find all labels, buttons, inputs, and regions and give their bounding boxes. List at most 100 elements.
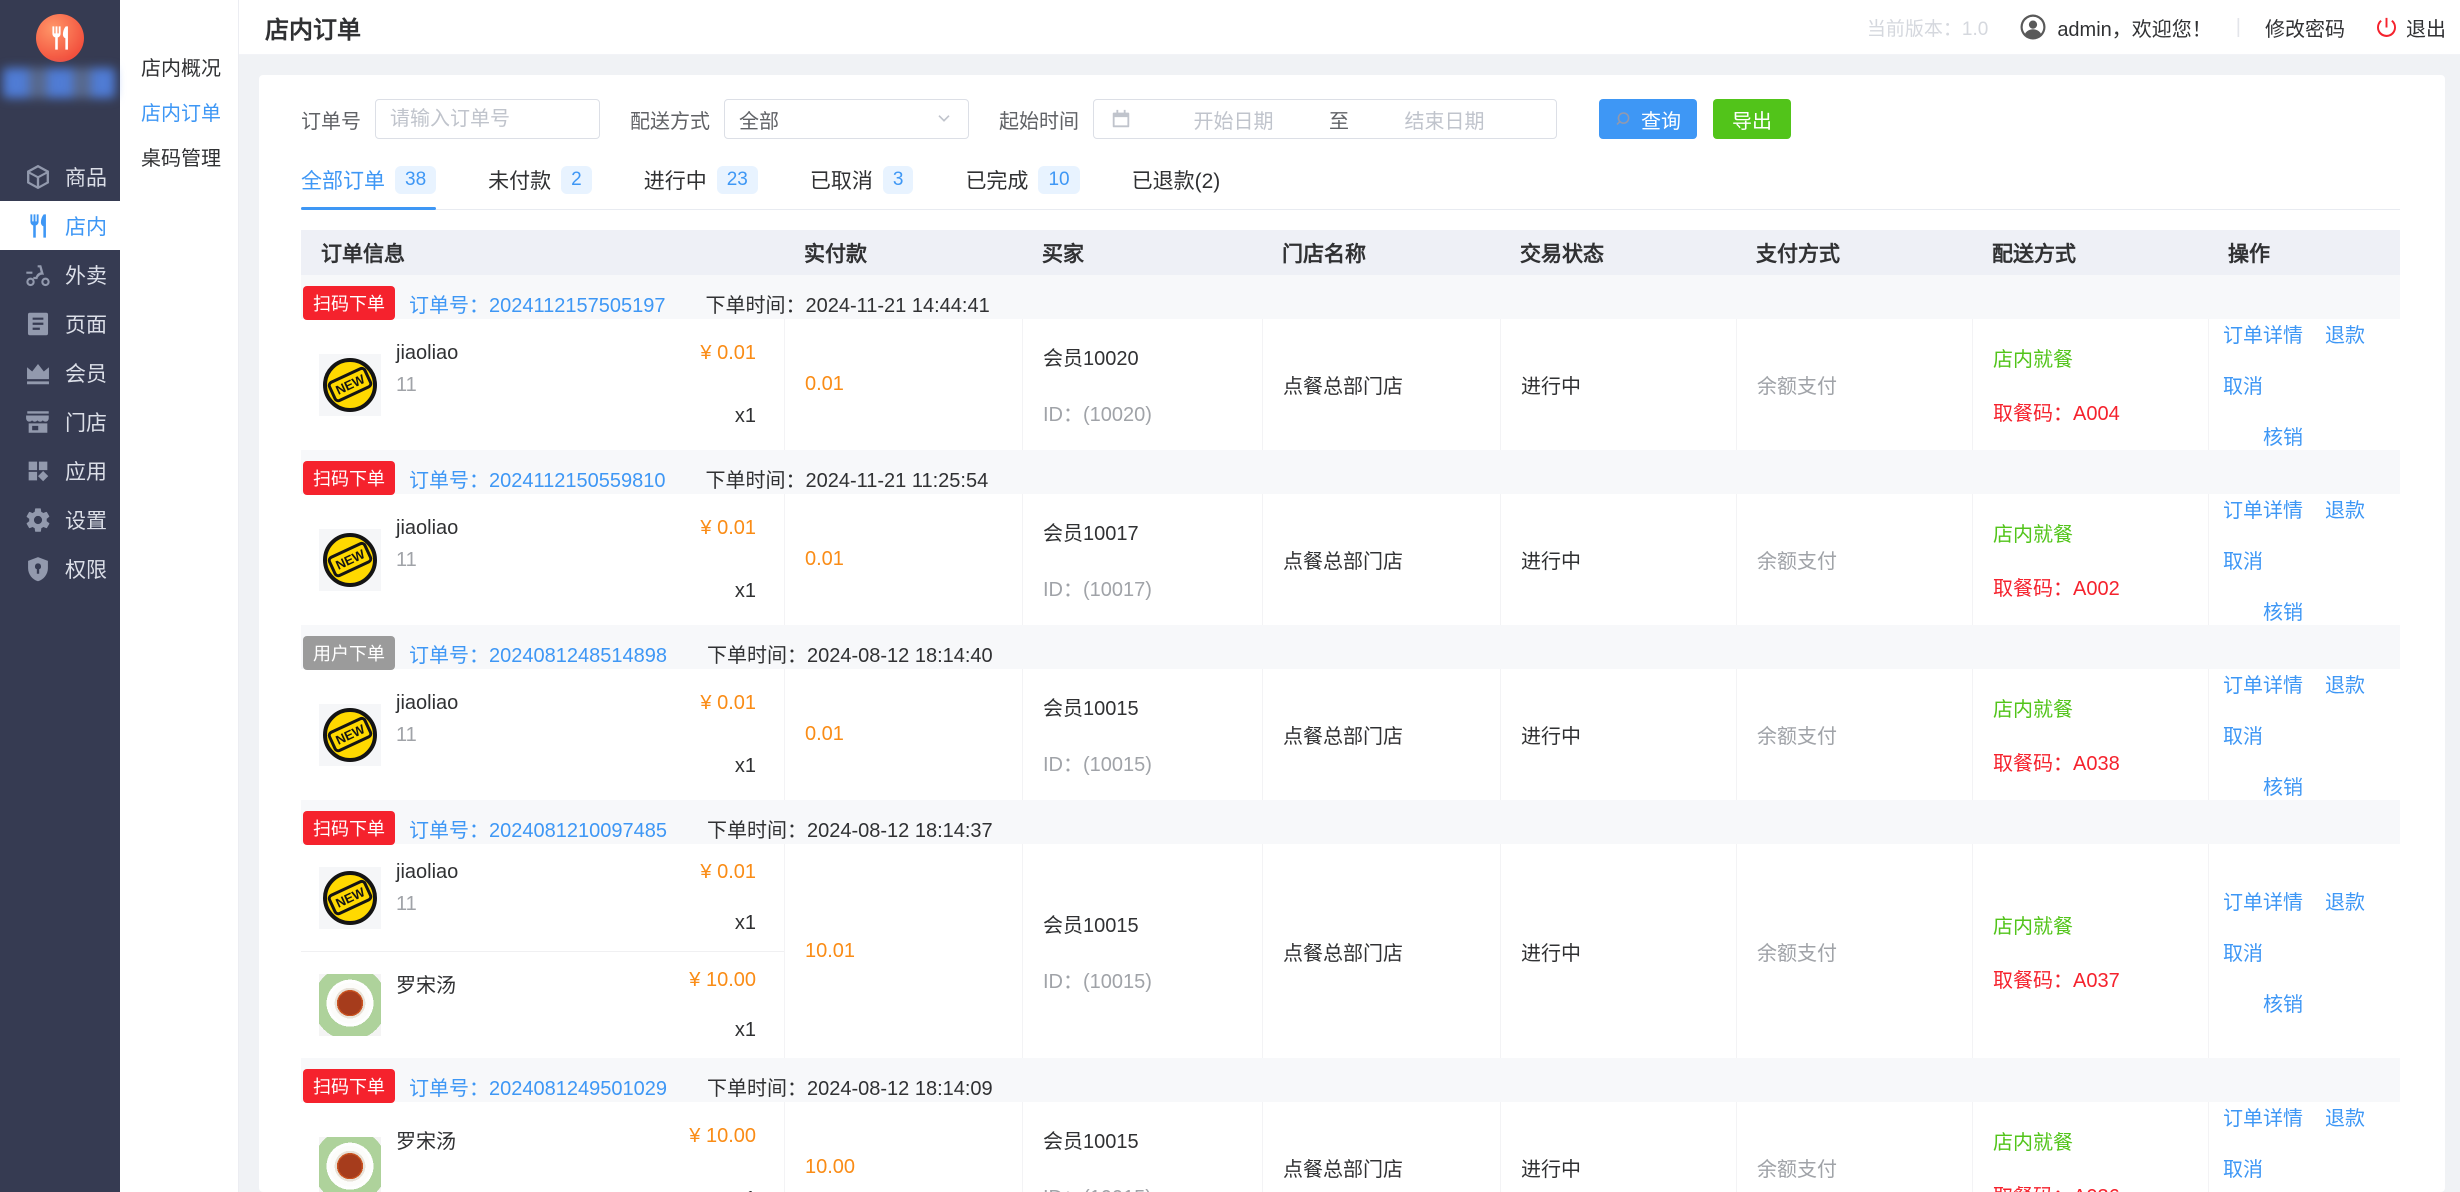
- product-image-new-logo: NEW: [319, 353, 381, 416]
- order-number-link[interactable]: 订单号：2024081249501029: [409, 1072, 667, 1101]
- crown-icon: [24, 359, 52, 387]
- app-logo[interactable]: [36, 14, 84, 62]
- delivery-mode: 店内就餐: [1993, 915, 2073, 938]
- search-button[interactable]: 查询: [1599, 99, 1697, 139]
- date-end-placeholder: 结束日期: [1404, 110, 1485, 133]
- action-link-取消[interactable]: 取消: [2223, 720, 2263, 749]
- payment-cell: 余额支付: [1736, 844, 1972, 1058]
- product-spec: 11: [396, 893, 417, 915]
- sidebar-item-页面[interactable]: 页面: [0, 299, 120, 348]
- tab-进行中[interactable]: 进行中 23: [644, 165, 758, 209]
- actions-cell: 订单详情退款取消 核销: [2208, 669, 2400, 800]
- store-cell: 点餐总部门店: [1262, 494, 1500, 625]
- action-link-核销[interactable]: 核销: [2263, 771, 2303, 800]
- order-type-badge: 扫码下单: [303, 811, 395, 845]
- action-link-取消[interactable]: 取消: [2223, 545, 2263, 574]
- status-cell: 进行中: [1500, 669, 1736, 800]
- tab-count-badge: 3: [882, 166, 914, 194]
- product-line: NEW jiaoliao 11 ¥ 0.01 x1: [301, 500, 784, 619]
- sidebar-item-应用[interactable]: 应用: [0, 446, 120, 495]
- tab-已退款(2)[interactable]: 已退款(2): [1132, 165, 1221, 209]
- action-link-订单详情[interactable]: 订单详情: [2223, 319, 2303, 348]
- date-range-picker[interactable]: 开始日期 至 结束日期: [1093, 99, 1557, 139]
- order-no-input[interactable]: [375, 99, 600, 139]
- paid-amount-cell: 0.01: [784, 494, 1022, 625]
- buyer-id: ID：(10020): [1043, 404, 1152, 426]
- delivery-select[interactable]: 全部: [724, 99, 969, 139]
- sidebar-item-会员[interactable]: 会员: [0, 348, 120, 397]
- dark-sidebar: 商品 店内 外卖 页面 会员 门店 应用 设置 权限: [0, 0, 120, 1192]
- action-link-核销[interactable]: 核销: [2263, 596, 2303, 625]
- buyer-id: ID：(10015): [1043, 970, 1152, 993]
- tab-已完成[interactable]: 已完成 10: [965, 165, 1080, 209]
- submenu-item-桌码管理[interactable]: 桌码管理: [120, 134, 238, 179]
- action-link-订单详情[interactable]: 订单详情: [2223, 1102, 2303, 1131]
- sidebar-item-门店[interactable]: 门店: [0, 397, 120, 446]
- tab-全部订单[interactable]: 全部订单 38: [301, 165, 437, 210]
- action-link-核销[interactable]: 核销: [2263, 421, 2303, 450]
- buyer-cell: 会员10015 ID：(10015): [1022, 1102, 1262, 1192]
- change-password-link[interactable]: 修改密码: [2265, 13, 2345, 42]
- action-link-取消[interactable]: 取消: [2223, 1153, 2263, 1182]
- status-cell: 进行中: [1500, 1102, 1736, 1192]
- order-row: NEW jiaoliao 11 ¥ 0.01 x1 0.01 会员10015 I…: [301, 669, 2400, 800]
- tab-未付款[interactable]: 未付款 2: [488, 165, 592, 209]
- user-menu[interactable]: admin，欢迎您！: [2018, 12, 2212, 42]
- order-time: 下单时间：2024-08-12 18:14:37: [706, 819, 993, 842]
- action-link-订单详情[interactable]: 订单详情: [2223, 886, 2303, 915]
- sidebar-item-设置[interactable]: 设置: [0, 495, 120, 544]
- delivery-selected-value: 全部: [739, 110, 779, 133]
- order-info-cell: NEW jiaoliao 11 ¥ 0.01 x1 罗宋汤 ¥ 10.00 x1: [301, 844, 784, 1058]
- action-link-取消[interactable]: 取消: [2223, 937, 2263, 966]
- order-row: 罗宋汤 ¥ 10.00 x1 10.00 会员10015 ID：(10015) …: [301, 1102, 2400, 1192]
- action-link-退款[interactable]: 退款: [2325, 494, 2365, 523]
- action-link-退款[interactable]: 退款: [2325, 669, 2365, 698]
- delivery-cell: 店内就餐 取餐码：A004: [1972, 319, 2208, 450]
- delivery-cell: 店内就餐 取餐码：A038: [1972, 669, 2208, 800]
- payment-cell: 余额支付: [1736, 319, 1972, 450]
- pickup-code: 取餐码：A036: [1993, 1180, 2208, 1192]
- buyer-cell: 会员10015 ID：(10015): [1022, 844, 1262, 1058]
- sidebar-item-权限[interactable]: 权限: [0, 544, 120, 593]
- action-link-核销[interactable]: 核销: [2263, 988, 2303, 1017]
- export-button[interactable]: 导出: [1713, 99, 1791, 139]
- action-link-退款[interactable]: 退款: [2325, 1102, 2365, 1131]
- order-number-link[interactable]: 订单号：2024112157505197: [409, 289, 665, 318]
- order-no-label: 订单号: [301, 110, 361, 133]
- buyer-cell: 会员10015 ID：(10015): [1022, 669, 1262, 800]
- product-line: NEW jiaoliao 11 ¥ 0.01 x1: [301, 844, 784, 951]
- product-qty: x1: [734, 1019, 756, 1041]
- delivery-mode: 店内就餐: [1993, 349, 2073, 371]
- topbar-right: 当前版本：1.0 admin，欢迎您！ | 修改密码 退出: [1867, 12, 2446, 42]
- sidebar-item-外卖[interactable]: 外卖: [0, 250, 120, 299]
- order-type-badge: 扫码下单: [303, 1069, 395, 1103]
- submenu: 店内概况 店内订单 桌码管理: [120, 0, 238, 179]
- order-time: 下单时间：2024-08-12 18:14:09: [706, 1077, 993, 1100]
- product-line: NEW jiaoliao 11 ¥ 0.01 x1: [301, 325, 784, 444]
- filter-bar: 订单号 配送方式 全部 起始时间 开始日期: [301, 99, 2400, 139]
- sidebar-item-店内[interactable]: 店内: [0, 201, 120, 250]
- action-link-退款[interactable]: 退款: [2325, 886, 2365, 915]
- tab-count-badge: 10: [1038, 166, 1080, 194]
- action-link-退款[interactable]: 退款: [2325, 319, 2365, 348]
- tab-已取消[interactable]: 已取消 3: [810, 165, 914, 209]
- scooter-icon: [24, 261, 52, 289]
- filter-delivery: 配送方式 全部: [630, 99, 969, 139]
- submenu-item-店内订单[interactable]: 店内订单: [120, 89, 238, 134]
- action-link-订单详情[interactable]: 订单详情: [2223, 669, 2303, 698]
- product-image-new-logo: NEW: [319, 528, 381, 591]
- store-cell: 点餐总部门店: [1262, 844, 1500, 1058]
- order-number-link[interactable]: 订单号：2024081248514898: [409, 639, 667, 668]
- order-number-link[interactable]: 订单号：2024081210097485: [409, 814, 667, 843]
- action-link-订单详情[interactable]: 订单详情: [2223, 494, 2303, 523]
- column-header: 订单信息: [321, 242, 405, 266]
- calendar-icon: [1110, 108, 1132, 130]
- logout-button[interactable]: 退出: [2375, 13, 2446, 42]
- order-type-badge: 用户下单: [303, 636, 395, 670]
- order-info-cell: NEW jiaoliao 11 ¥ 0.01 x1: [301, 494, 784, 625]
- sidebar-item-商品[interactable]: 商品: [0, 152, 120, 201]
- submenu-item-店内概况[interactable]: 店内概况: [120, 44, 238, 89]
- action-link-取消[interactable]: 取消: [2223, 370, 2263, 399]
- order-number-link[interactable]: 订单号：2024112150559810: [409, 464, 665, 493]
- column-header: 实付款: [804, 242, 867, 266]
